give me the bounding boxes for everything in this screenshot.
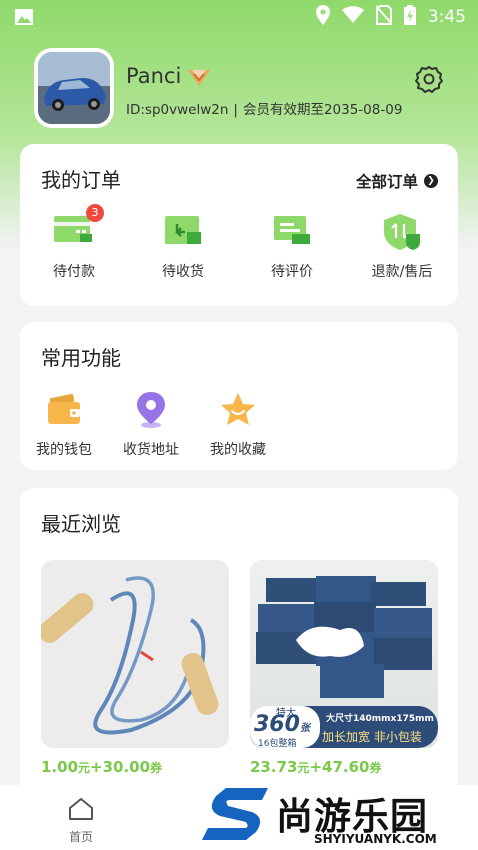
tissue-count-number: 360 xyxy=(254,712,300,737)
product-price: 23.73元+47.60券 xyxy=(250,758,438,776)
nav-home-label: 首页 xyxy=(68,830,93,844)
settings-gear-icon[interactable] xyxy=(414,64,444,98)
price-unit: 元 xyxy=(297,761,310,775)
tissue-overlay-tag: 加长加宽 非小包装 xyxy=(322,730,422,744)
username: Panci xyxy=(126,64,182,88)
battery-icon xyxy=(403,5,416,29)
orders-title: 我的订单 xyxy=(41,168,121,192)
location-pin-icon xyxy=(131,390,171,430)
star-favorite-icon xyxy=(218,390,258,430)
all-orders-label: 全部订单 xyxy=(355,173,418,191)
product-price: 1.00元+30.00券 xyxy=(41,758,229,776)
function-favorites[interactable]: 我的收藏 xyxy=(198,390,278,459)
price-main: 23.73 xyxy=(250,758,298,776)
location-icon xyxy=(315,5,330,29)
tissue-overlay-sub: 16包整箱 xyxy=(258,739,297,748)
points-unit: 券 xyxy=(369,761,382,775)
common-functions-card: 常用功能 我的钱包 收货地址 我的收藏 xyxy=(20,322,458,470)
functions-title: 常用功能 xyxy=(41,346,121,370)
tissue-overlay-size: 大尺寸140mmx175mm xyxy=(326,714,434,724)
profile-section: Panci ID:sp0vwelw2n | 会员有效期至2035-08-09 xyxy=(34,48,454,128)
avatar[interactable] xyxy=(34,48,114,128)
tissue-count-unit: 张 xyxy=(299,723,310,734)
all-orders-link[interactable]: 全部订单 ❯ xyxy=(356,170,438,192)
user-id: ID:sp0vwelw2n xyxy=(126,102,229,118)
nav-home[interactable]: 首页 xyxy=(56,797,106,845)
price-unit: 元 xyxy=(78,761,91,775)
order-pending-receipt[interactable]: 待收货 xyxy=(133,212,233,281)
points-unit: 券 xyxy=(150,761,163,775)
gallery-icon xyxy=(14,8,34,26)
status-time: 3:45 xyxy=(427,7,466,27)
order-pending-payment[interactable]: 3 待付款 xyxy=(24,204,124,281)
membership-expiry: 会员有效期至2035-08-09 xyxy=(242,102,403,118)
order-label: 退款/售后 xyxy=(371,264,433,280)
recent-title: 最近浏览 xyxy=(41,512,121,536)
wallet-icon xyxy=(44,390,84,430)
function-address[interactable]: 收货地址 xyxy=(111,390,191,459)
product-card-tissue[interactable]: 特大 360张 16包整箱 大尺寸140mmx175mm 加长加宽 非小包装 2… xyxy=(250,560,438,776)
price-points: +30.00 xyxy=(90,758,151,776)
tissue-overlay-count: 360张 xyxy=(254,712,310,737)
function-wallet[interactable]: 我的钱包 xyxy=(24,390,104,459)
order-pending-review[interactable]: 待评价 xyxy=(242,212,342,281)
shield-refund-icon xyxy=(380,212,424,252)
site-watermark: 尚游乐园 SHYIYUANYK.COM xyxy=(196,784,478,850)
home-icon xyxy=(68,798,94,825)
watermark-url: SHYIYUANYK.COM xyxy=(314,832,437,846)
product-card-jump-rope[interactable]: 1.00元+30.00券 xyxy=(41,560,229,776)
price-points: +47.60 xyxy=(309,758,370,776)
product-image-jump-rope xyxy=(41,560,229,748)
product-image-tissue: 特大 360张 16包整箱 大尺寸140mmx175mm 加长加宽 非小包装 xyxy=(250,560,438,748)
recent-browsing-card: 最近浏览 1.00元+30.00券 特大 360张 16包整箱 大尺寸140mm… xyxy=(20,488,458,828)
review-chat-icon xyxy=(270,212,314,252)
orders-card: 我的订单 全部订单 ❯ 3 待付款 待收货 待评价 退款/售后 xyxy=(20,144,458,306)
package-receive-icon xyxy=(161,212,205,252)
order-label: 待收货 xyxy=(162,264,204,280)
user-info: ID:sp0vwelw2n | 会员有效期至2035-08-09 xyxy=(126,98,402,118)
function-label: 我的钱包 xyxy=(36,442,92,458)
wifi-icon xyxy=(341,6,364,28)
watermark-logo-icon xyxy=(196,784,274,848)
no-sim-icon xyxy=(375,5,393,29)
order-label: 待付款 xyxy=(53,264,95,280)
info-separator: | xyxy=(233,102,238,118)
function-label: 我的收藏 xyxy=(210,442,266,458)
order-label: 待评价 xyxy=(271,264,313,280)
function-label: 收货地址 xyxy=(123,442,179,458)
wallet-card-icon: 3 xyxy=(52,204,104,252)
chevron-right-icon: ❯ xyxy=(424,174,438,188)
status-bar: 3:45 xyxy=(0,0,478,34)
vip-diamond-icon xyxy=(186,66,212,92)
order-refund[interactable]: 退款/售后 xyxy=(352,212,452,281)
pending-payment-badge: 3 xyxy=(86,204,104,222)
price-main: 1.00 xyxy=(41,758,79,776)
